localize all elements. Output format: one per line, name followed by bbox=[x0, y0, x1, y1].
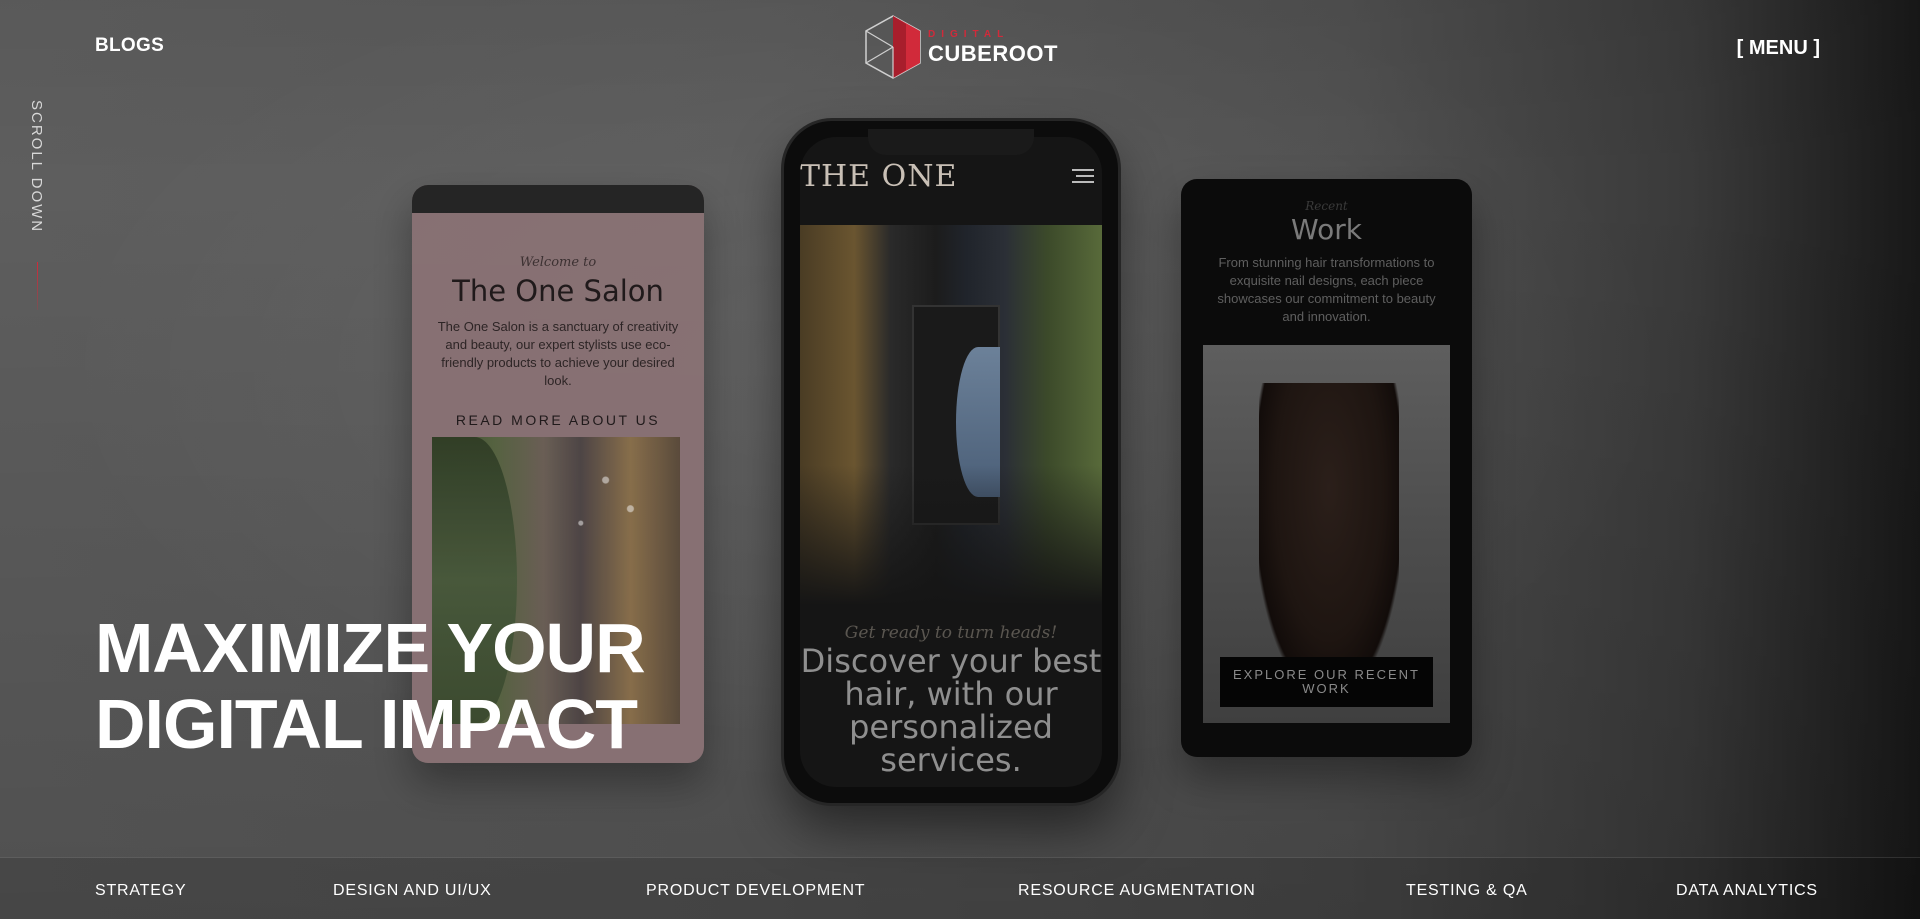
nav-resource-augmentation[interactable]: RESOURCE AUGMENTATION bbox=[1018, 882, 1256, 900]
scroll-down-label[interactable]: SCROLL DOWN bbox=[28, 100, 45, 233]
cube-logo-icon bbox=[865, 15, 921, 79]
nav-product-development[interactable]: PRODUCT DEVELOPMENT bbox=[646, 882, 865, 900]
hero-title: MAXIMIZE YOUR DIGITAL IMPACT bbox=[95, 609, 646, 763]
mockup-script-text: Recent bbox=[1305, 199, 1348, 213]
services-nav: STRATEGY DESIGN AND UI/UX PRODUCT DEVELO… bbox=[0, 857, 1920, 919]
explore-work-button: EXPLORE OUR RECENT WORK bbox=[1220, 657, 1433, 707]
mockup-title: The One Salon bbox=[452, 274, 664, 308]
mockup-description: From stunning hair transformations to ex… bbox=[1217, 255, 1436, 324]
hamburger-icon bbox=[1072, 169, 1094, 183]
mockup-card-work: Recent Work From stunning hair transform… bbox=[1181, 179, 1472, 757]
nav-strategy[interactable]: STRATEGY bbox=[95, 882, 186, 900]
nav-testing-qa[interactable]: TESTING & QA bbox=[1406, 882, 1528, 900]
hair-shape bbox=[1259, 383, 1399, 683]
mockup-description: The One Salon is a sanctuary of creativi… bbox=[437, 319, 679, 388]
phone-tagline: Get ready to turn heads! bbox=[844, 623, 1058, 643]
logo-title: CUBEROOT bbox=[928, 40, 1058, 66]
scroll-indicator-line bbox=[37, 262, 38, 310]
blogs-link[interactable]: BLOGS bbox=[95, 35, 164, 57]
phone-screen: THE ONE Get ready to turn heads! Discove… bbox=[800, 137, 1102, 787]
phone-mockup: THE ONE Get ready to turn heads! Discove… bbox=[784, 121, 1118, 803]
mockup-script-text: Welcome to bbox=[519, 255, 597, 270]
logo-subtitle: DIGITAL bbox=[928, 28, 1010, 40]
phone-brand-title: THE ONE bbox=[800, 159, 958, 194]
phone-heading: Discover your best hair, with our person… bbox=[800, 642, 1102, 779]
mockup-read-more-link: READ MORE ABOUT US bbox=[455, 412, 661, 428]
nav-design-ui-ux[interactable]: DESIGN AND UI/UX bbox=[333, 882, 492, 900]
mockup-topbar bbox=[412, 185, 704, 213]
cuberoot-logo[interactable]: DIGITAL CUBEROOT bbox=[864, 14, 1064, 80]
nav-data-analytics[interactable]: DATA ANALYTICS bbox=[1676, 882, 1818, 900]
mockup-title: Work bbox=[1291, 213, 1362, 246]
salon-entrance-image bbox=[800, 225, 1102, 605]
phone-notch bbox=[868, 129, 1034, 155]
menu-button[interactable]: [ MENU ] bbox=[1737, 37, 1820, 60]
